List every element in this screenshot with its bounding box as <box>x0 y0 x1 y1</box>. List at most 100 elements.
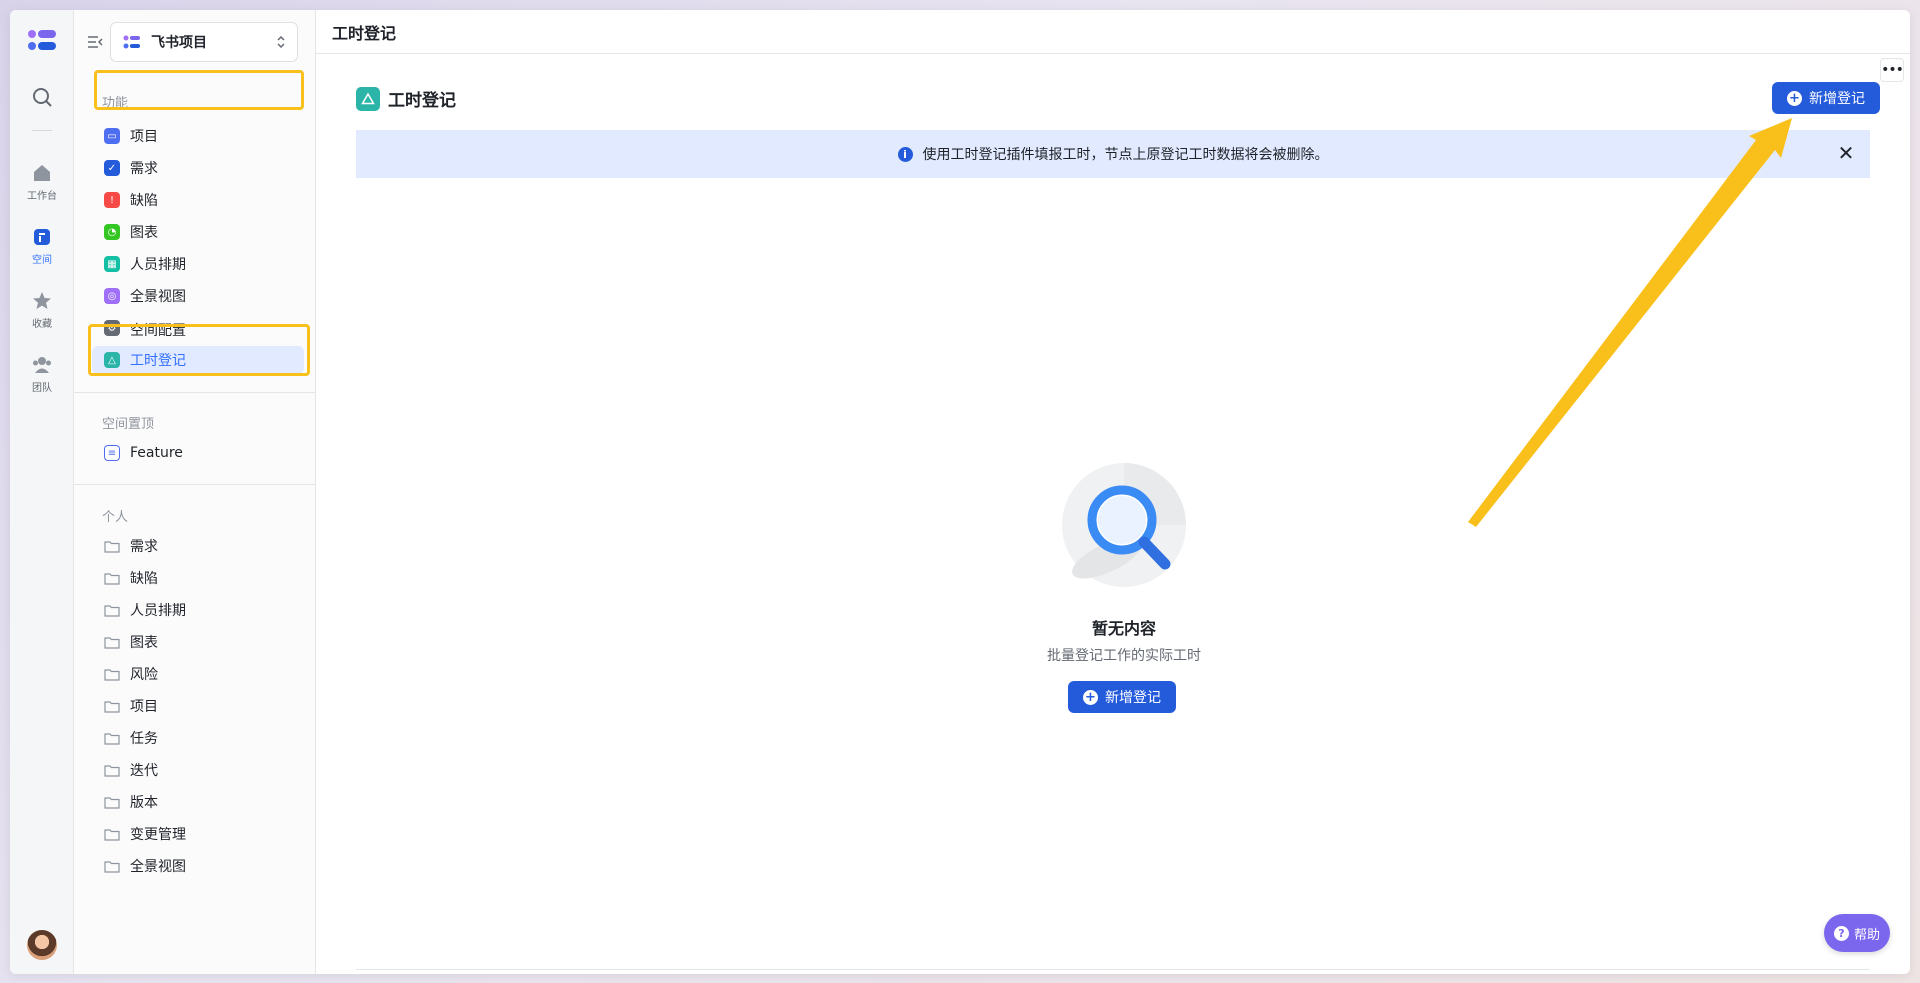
folder-icon <box>104 700 120 713</box>
rail-item-workbench[interactable]: 工作台 <box>10 162 74 202</box>
sidebar-folder-label: 版本 <box>130 795 158 811</box>
sidebar-folder-label: 迭代 <box>130 763 158 779</box>
app-window: 工作台 空间 收藏 团队 飞书项目 功能 ▭ 项目 ✓ 需求 ! 缺陷 ◔ 图表… <box>10 10 1910 974</box>
sidebar-item-chart[interactable]: ◔ 图表 <box>92 218 304 246</box>
sidebar-folder-label: 人员排期 <box>130 603 186 619</box>
collapse-sidebar-icon[interactable] <box>86 33 104 51</box>
content-bottom-divider <box>356 969 1870 970</box>
timesheet-icon: △ <box>104 352 120 368</box>
project-logo-icon <box>123 35 140 49</box>
sidebar-item-label: 工时登记 <box>130 353 186 369</box>
sidebar-header: 飞书项目 <box>74 22 316 62</box>
close-icon[interactable]: ✕ <box>1836 143 1856 163</box>
rail-item-team[interactable]: 团队 <box>10 354 74 394</box>
app-logo-icon[interactable] <box>26 28 58 52</box>
sidebar-item-schedule[interactable]: ▦ 人员排期 <box>92 250 304 278</box>
plus-circle-icon: + <box>1787 90 1802 106</box>
sidebar-item-feature[interactable]: ≡ Feature <box>92 439 304 467</box>
sidebar-folder-item[interactable]: 迭代 <box>92 756 304 784</box>
main-content: 工时登记 ••• 工时登记 + 新增登记 i 使用工时登记插件填报工时，节点上原… <box>316 10 1910 974</box>
sidebar-item-label: 人员排期 <box>130 257 186 273</box>
space-icon <box>34 229 50 245</box>
folder-icon <box>104 572 120 585</box>
sidebar-folder-label: 风险 <box>130 667 158 683</box>
project-selector[interactable]: 飞书项目 <box>110 22 298 62</box>
sidebar-folder-label: 任务 <box>130 731 158 747</box>
add-record-button-label: 新增登记 <box>1809 91 1865 107</box>
list-view-icon: ≡ <box>104 445 120 461</box>
help-button[interactable]: ? 帮助 <box>1824 914 1890 952</box>
sidebar-folder-label: 项目 <box>130 699 158 715</box>
page-header: 工时登记 <box>356 86 456 111</box>
folder-icon <box>104 636 120 649</box>
page-title: 工时登记 <box>388 91 456 111</box>
sidebar-folder-item[interactable]: 需求 <box>92 532 304 560</box>
sidebar-item-bug[interactable]: ! 缺陷 <box>92 186 304 214</box>
folder-icon <box>104 796 120 809</box>
topbar: 工时登记 <box>316 10 1910 54</box>
folder-icon <box>104 764 120 777</box>
sidebar-folder-label: 全景视图 <box>130 859 186 875</box>
app-rail: 工作台 空间 收藏 团队 <box>10 10 74 974</box>
empty-add-record-button-label: 新增登记 <box>1105 690 1161 706</box>
calendar-icon: ▦ <box>104 256 120 272</box>
more-options-button[interactable]: ••• <box>1880 58 1904 82</box>
search-icon[interactable] <box>31 86 53 108</box>
star-icon <box>33 292 51 309</box>
sidebar-item-label: 全景视图 <box>130 289 186 305</box>
pinned-section-title: 空间置顶 <box>102 417 155 432</box>
sidebar-folder-label: 需求 <box>130 539 158 555</box>
question-icon: ? <box>1833 925 1849 941</box>
sidebar-folder-item[interactable]: 项目 <box>92 692 304 720</box>
sidebar-folder-label: 图表 <box>130 635 158 651</box>
sidebar-item-label: 缺陷 <box>130 193 158 209</box>
rail-item-label: 空间 <box>32 255 52 266</box>
timesheet-icon <box>356 86 380 111</box>
team-icon <box>33 357 51 373</box>
compass-icon: ◎ <box>104 288 120 304</box>
sidebar-folder-item[interactable]: 全景视图 <box>92 852 304 880</box>
empty-state-title: 暂无内容 <box>1091 619 1156 638</box>
folder-icon <box>104 732 120 745</box>
empty-search-illustration <box>1062 463 1186 587</box>
empty-add-record-button[interactable]: + 新增登记 <box>1068 681 1176 713</box>
rail-item-label: 团队 <box>32 383 52 394</box>
sidebar-item-label: 项目 <box>130 129 158 145</box>
rail-item-favorites[interactable]: 收藏 <box>10 290 74 330</box>
sidebar-item-label: 需求 <box>130 161 158 177</box>
rail-item-space[interactable]: 空间 <box>10 226 74 266</box>
gear-icon: ⚙ <box>104 320 120 336</box>
sidebar-folder-item[interactable]: 版本 <box>92 788 304 816</box>
sidebar-folder-item[interactable]: 任务 <box>92 724 304 752</box>
plus-circle-icon: + <box>1083 689 1098 705</box>
sidebar-item-space-config[interactable]: ⚙ 空间配置 <box>92 314 304 336</box>
avatar[interactable] <box>27 930 57 960</box>
sidebar-folder-item[interactable]: 缺陷 <box>92 564 304 592</box>
sidebar-item-requirement[interactable]: ✓ 需求 <box>92 154 304 182</box>
check-circle-icon: ✓ <box>104 160 120 176</box>
help-button-label: 帮助 <box>1853 927 1880 943</box>
folder-icon: ▭ <box>104 128 120 144</box>
sidebar-folder-item[interactable]: 人员排期 <box>92 596 304 624</box>
rail-item-label: 收藏 <box>32 319 52 330</box>
sidebar-item-timesheet[interactable]: △ 工时登记 <box>92 346 304 374</box>
home-icon <box>34 165 50 181</box>
add-record-button[interactable]: + 新增登记 <box>1772 82 1880 114</box>
sidebar-item-label: 空间配置 <box>130 323 186 336</box>
folder-icon <box>104 540 120 553</box>
sidebar-divider <box>74 484 316 485</box>
empty-state-subtitle: 批量登记工作的实际工时 <box>1047 648 1201 664</box>
sidebar-folder-label: 变更管理 <box>130 827 186 843</box>
folder-icon <box>104 860 120 873</box>
sidebar-folder-item[interactable]: 变更管理 <box>92 820 304 848</box>
info-icon: i <box>897 146 913 162</box>
sidebar-folder-item[interactable]: 图表 <box>92 628 304 656</box>
sidebar-folder-label: 缺陷 <box>130 571 158 587</box>
project-name: 飞书项目 <box>151 35 207 51</box>
sidebar-folder-item[interactable]: 风险 <box>92 660 304 688</box>
folder-icon <box>104 828 120 841</box>
sidebar-item-label: Feature <box>130 445 183 461</box>
sidebar-item-panorama[interactable]: ◎ 全景视图 <box>92 282 304 310</box>
sidebar-item-project[interactable]: ▭ 项目 <box>92 122 304 150</box>
info-banner-text: 使用工时登记插件填报工时，节点上原登记工时数据将会被删除。 <box>922 147 1329 163</box>
